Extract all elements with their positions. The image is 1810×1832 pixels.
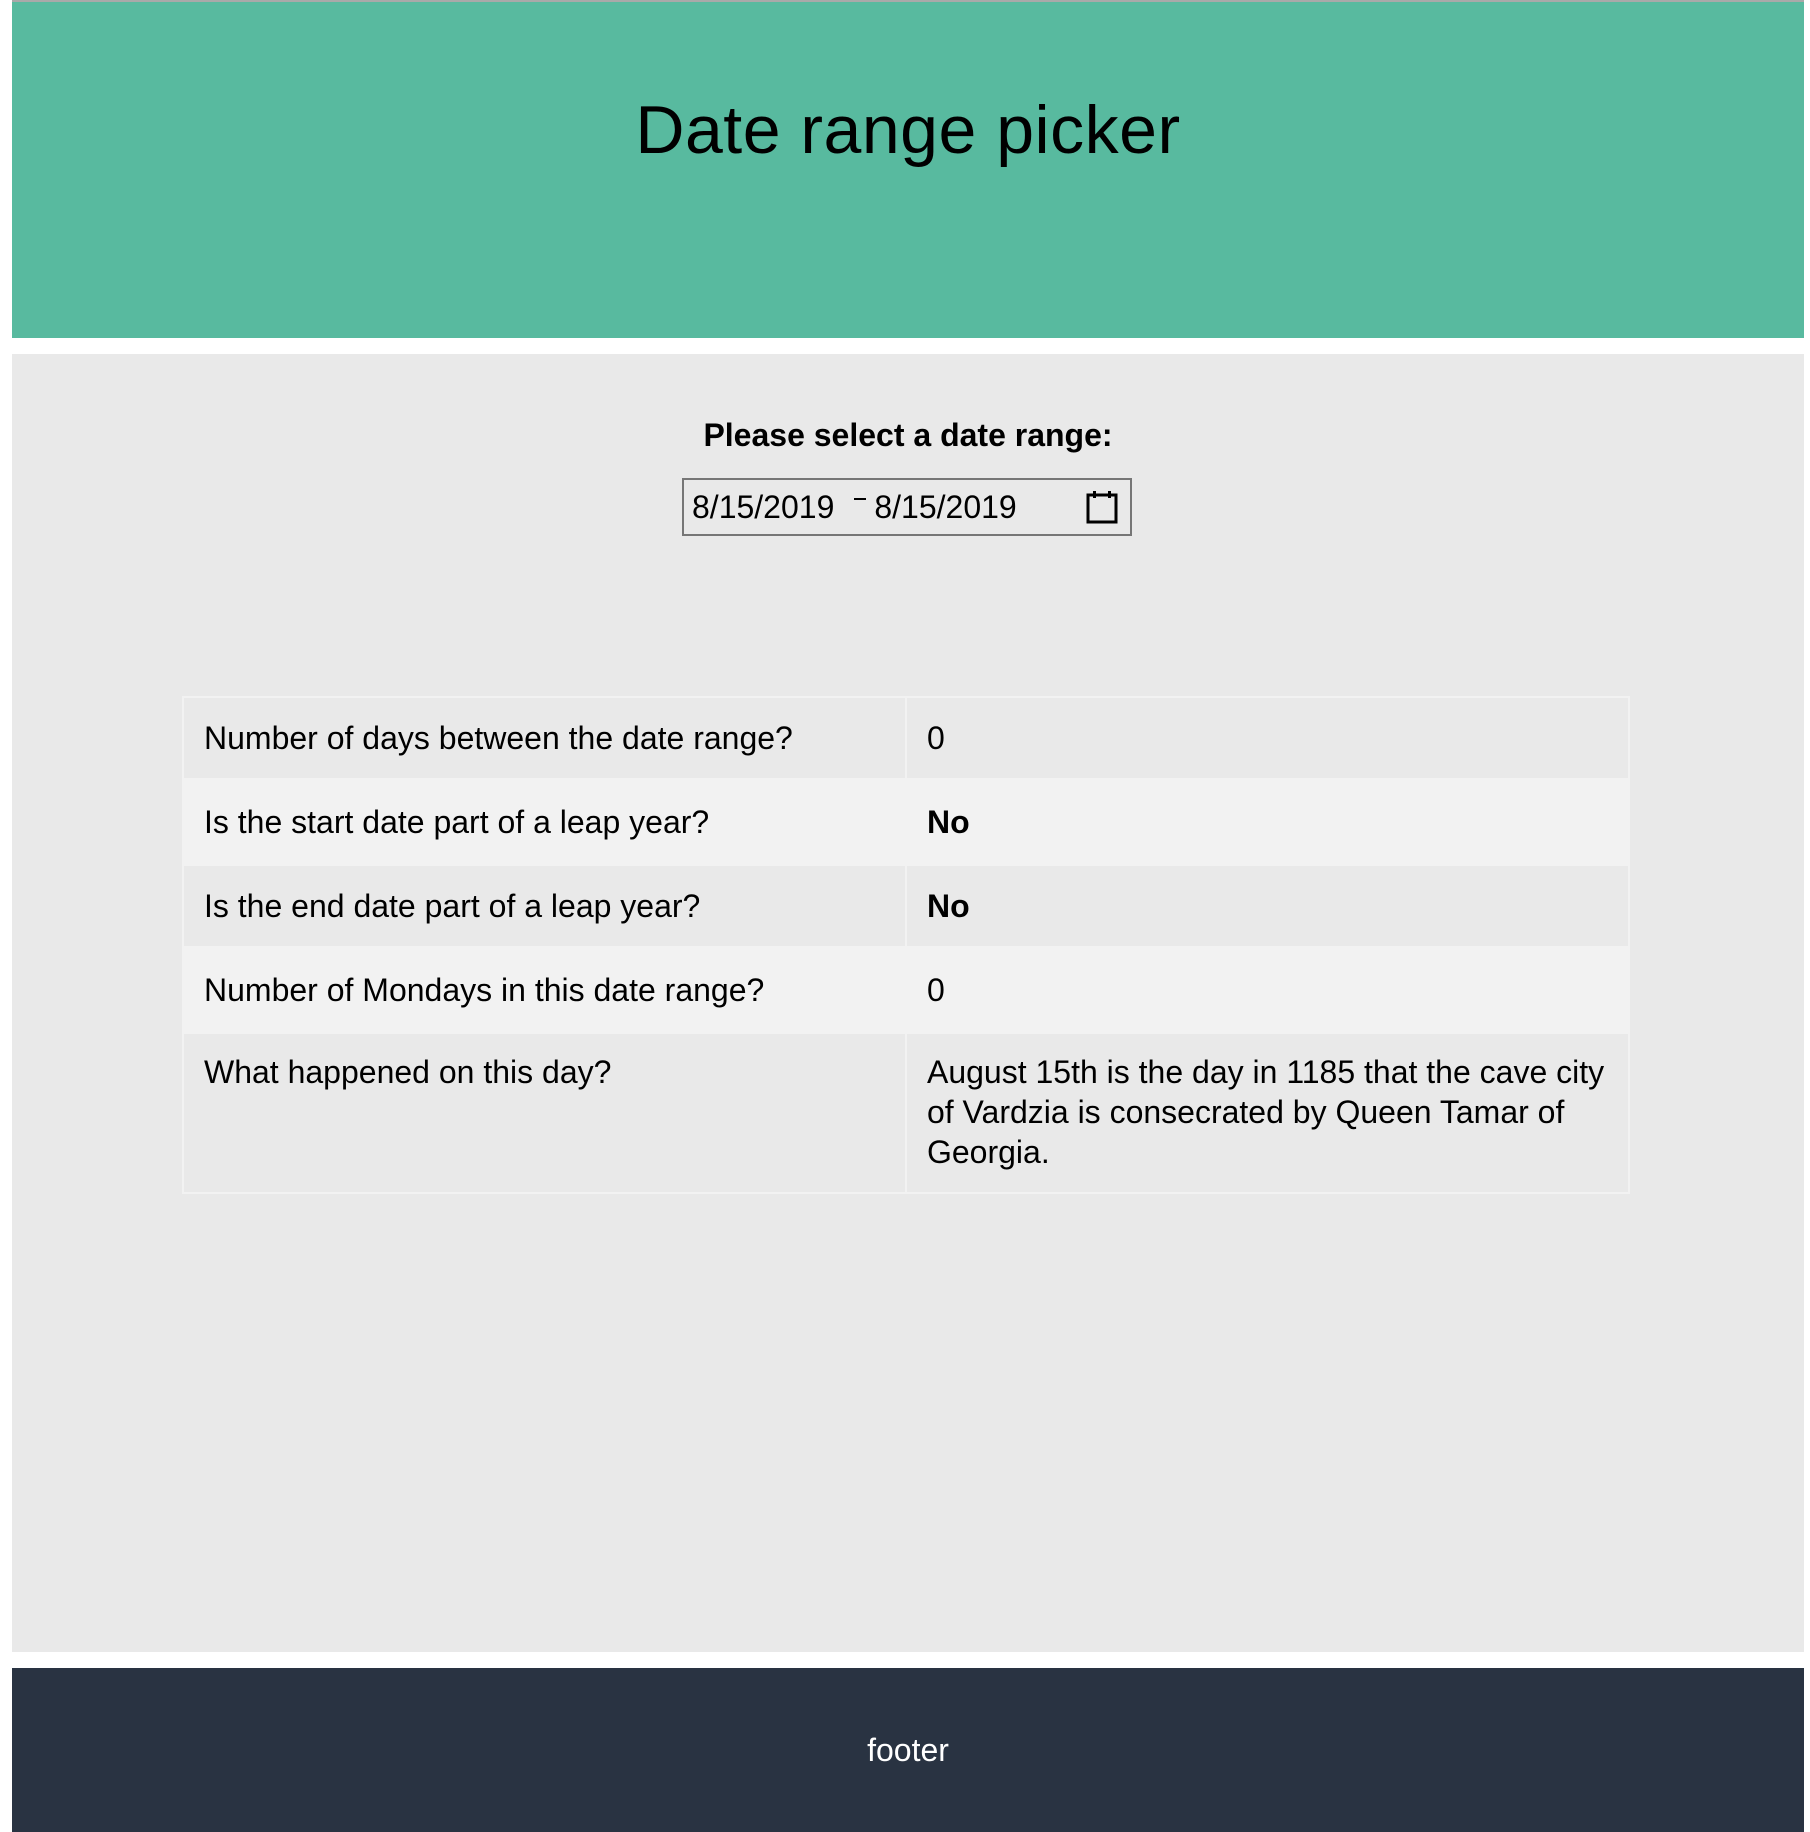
table-row: Is the end date part of a leap year? No [182,864,1631,948]
end-date-field[interactable]: 8/15/2019 [874,489,1016,526]
main-content: Please select a date range: 8/15/2019 8/… [12,354,1804,1652]
table-row: What happened on this day? August 15th i… [182,1032,1631,1194]
date-range-input[interactable]: 8/15/2019 8/15/2019 [682,478,1132,536]
calendar-icon[interactable] [1086,490,1118,524]
answer-cell: 0 [904,946,1631,1034]
question-cell: Is the end date part of a leap year? [182,864,907,948]
answer-cell: No [904,864,1631,948]
table-row: Number of days between the date range? 0 [182,696,1631,780]
footer-text: footer [867,1731,949,1768]
table-row: Number of Mondays in this date range? 0 [182,946,1631,1034]
answer-cell: 0 [904,696,1631,780]
footer: footer [12,1668,1804,1832]
start-date-field[interactable]: 8/15/2019 [692,489,834,526]
date-separator [854,498,867,500]
answer-cell: August 15th is the day in 1185 that the … [904,1032,1631,1194]
question-cell: Is the start date part of a leap year? [182,778,907,866]
question-cell: Number of days between the date range? [182,696,907,780]
question-cell: What happened on this day? [182,1032,907,1194]
header: Date range picker [12,0,1804,338]
table-row: Is the start date part of a leap year? N… [182,778,1631,866]
date-range-label: Please select a date range: [703,417,1113,453]
page-title: Date range picker [635,92,1181,168]
page: Date range picker Please select a date r… [0,0,1810,1832]
question-cell: Number of Mondays in this date range? [182,946,907,1034]
answer-cell: No [904,778,1631,866]
results-table: Number of days between the date range? 0… [182,696,1631,1194]
